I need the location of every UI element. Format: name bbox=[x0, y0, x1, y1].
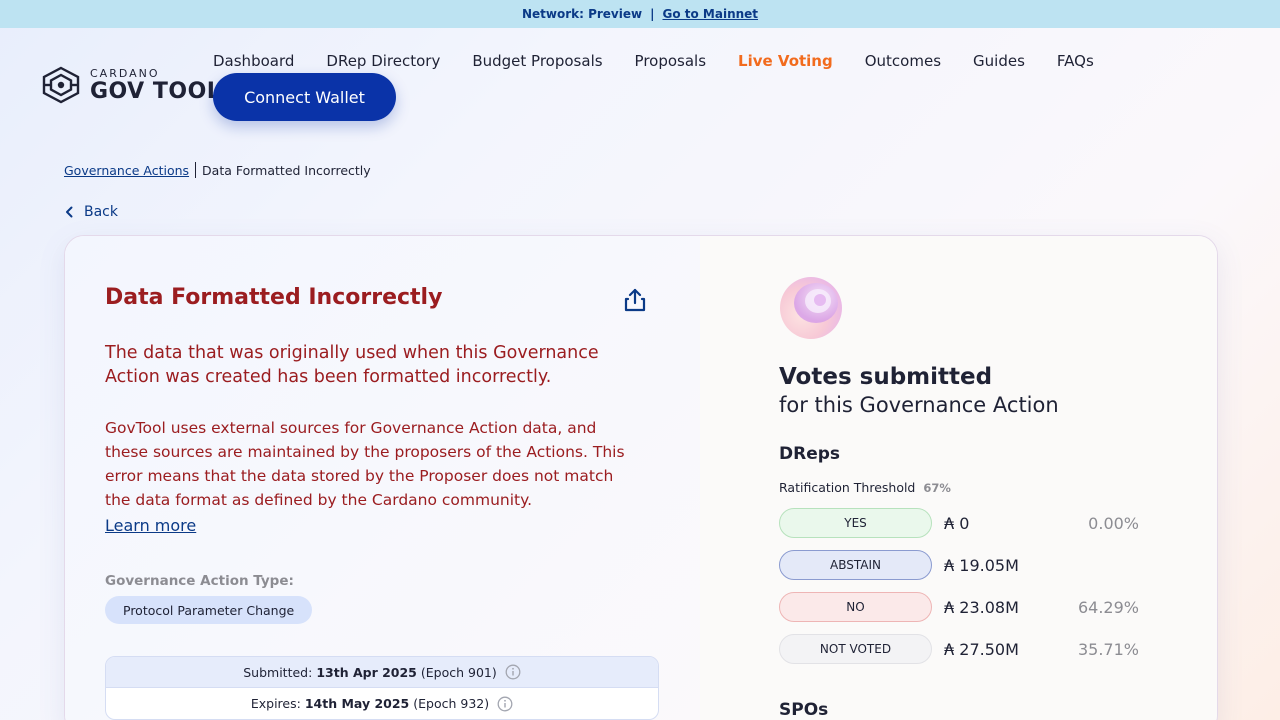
no-percent: 64.29% bbox=[1077, 597, 1139, 617]
info-icon[interactable] bbox=[497, 696, 513, 712]
breadcrumb: Governance Actions Data Formatted Incorr… bbox=[64, 162, 371, 178]
error-heading: The data that was originally used when t… bbox=[105, 343, 599, 387]
nav-live-voting[interactable]: Live Voting bbox=[738, 52, 833, 70]
expires-epoch: (Epoch 932) bbox=[413, 696, 490, 711]
connect-wallet-button[interactable]: Connect Wallet bbox=[213, 73, 396, 121]
nav-dashboard[interactable]: Dashboard bbox=[213, 52, 294, 70]
nav-guides[interactable]: Guides bbox=[973, 52, 1025, 70]
breadcrumb-divider bbox=[195, 162, 197, 178]
action-type-label: Governance Action Type: bbox=[105, 573, 294, 589]
action-dates-box: Submitted: 13th Apr 2025 (Epoch 901) Exp… bbox=[105, 656, 659, 720]
ratification-threshold: Ratification Threshold 67% bbox=[779, 480, 951, 495]
not-voted-amount: ₳ 27.50M bbox=[944, 639, 1019, 659]
share-icon[interactable] bbox=[621, 286, 649, 314]
submitted-epoch: (Epoch 901) bbox=[420, 664, 497, 680]
yes-pill: YES bbox=[779, 508, 932, 538]
govtool-logo[interactable]: CARDANO GOV TOOL bbox=[40, 66, 221, 104]
yes-percent: 0.00% bbox=[1088, 513, 1139, 533]
nav-proposals[interactable]: Proposals bbox=[635, 52, 706, 70]
votes-subtitle: for this Governance Action bbox=[779, 393, 1059, 417]
spos-label: SPOs bbox=[779, 700, 829, 720]
submitted-date: 13th Apr 2025 bbox=[316, 664, 417, 680]
submitted-row: Submitted: 13th Apr 2025 (Epoch 901) bbox=[106, 657, 658, 688]
error-description: GovTool uses external sources for Govern… bbox=[105, 419, 625, 509]
votes-orb-icon bbox=[780, 277, 842, 339]
back-button[interactable]: Back bbox=[64, 204, 118, 220]
back-label: Back bbox=[84, 204, 118, 220]
expires-date: 14th May 2025 bbox=[304, 696, 410, 711]
no-amount: ₳ 23.08M bbox=[944, 597, 1019, 617]
threshold-label: Ratification Threshold bbox=[779, 480, 916, 495]
learn-more-link[interactable]: Learn more bbox=[105, 516, 196, 535]
expires-row: Expires: 14th May 2025 (Epoch 932) bbox=[106, 688, 658, 719]
main-nav: Dashboard DRep Directory Budget Proposal… bbox=[213, 52, 1094, 70]
votes-title: Votes submitted bbox=[779, 364, 993, 390]
votes-panel: Votes submitted for this Governance Acti… bbox=[700, 236, 1217, 720]
threshold-value: 67% bbox=[923, 480, 951, 495]
banner-separator: | bbox=[650, 7, 655, 21]
network-label: Network: Preview bbox=[521, 7, 643, 21]
expires-label: Expires: bbox=[250, 696, 301, 711]
breadcrumb-governance-actions[interactable]: Governance Actions bbox=[64, 163, 189, 178]
submitted-label: Submitted: bbox=[243, 664, 313, 680]
no-pill: NO bbox=[779, 592, 932, 622]
action-title: Data Formatted Incorrectly bbox=[105, 285, 443, 310]
action-details-panel: Data Formatted Incorrectly The data that… bbox=[65, 236, 700, 720]
info-icon[interactable] bbox=[505, 664, 521, 680]
nav-faqs[interactable]: FAQs bbox=[1057, 52, 1094, 70]
dreps-label: DReps bbox=[779, 444, 841, 464]
logo-cardano-text: CARDANO bbox=[90, 66, 160, 80]
nav-drep-directory[interactable]: DRep Directory bbox=[326, 52, 440, 70]
vote-row-not-voted: NOT VOTED ₳ 27.50M 35.71% bbox=[779, 634, 1139, 664]
governance-action-card: Data Formatted Incorrectly The data that… bbox=[64, 235, 1218, 720]
not-voted-pill: NOT VOTED bbox=[779, 634, 932, 664]
action-type-pill: Protocol Parameter Change bbox=[105, 596, 313, 624]
chevron-left-icon bbox=[66, 206, 73, 218]
nav-outcomes[interactable]: Outcomes bbox=[865, 52, 941, 70]
abstain-amount: ₳ 19.05M bbox=[944, 555, 1019, 575]
vote-row-no: NO ₳ 23.08M 64.29% bbox=[779, 592, 1139, 622]
vote-row-abstain: ABSTAIN ₳ 19.05M bbox=[779, 550, 1139, 580]
vote-row-yes: YES ₳ 0 0.00% bbox=[779, 508, 1139, 538]
hexagon-logo-icon bbox=[42, 66, 80, 104]
logo-govtool-text: GOV TOOL bbox=[90, 78, 222, 104]
go-to-mainnet-link[interactable]: Go to Mainnet bbox=[662, 7, 758, 21]
nav-budget-proposals[interactable]: Budget Proposals bbox=[472, 52, 602, 70]
not-voted-percent: 35.71% bbox=[1077, 639, 1139, 659]
network-banner: Network: Preview | Go to Mainnet bbox=[0, 0, 1280, 28]
abstain-pill: ABSTAIN bbox=[779, 550, 932, 580]
yes-amount: ₳ 0 bbox=[944, 513, 970, 533]
breadcrumb-current: Data Formatted Incorrectly bbox=[202, 162, 371, 178]
